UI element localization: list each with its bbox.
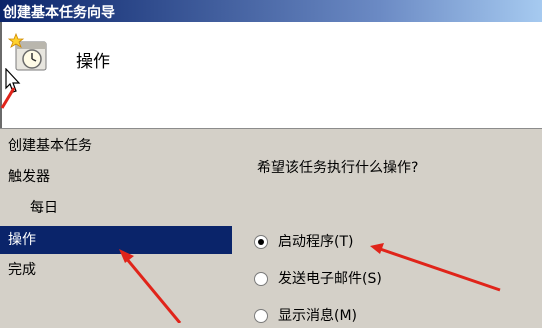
option-label: 发送电子邮件(S): [278, 271, 382, 287]
window-left-border: [0, 22, 2, 129]
window-title: 创建基本任务向导: [3, 5, 115, 21]
option-label: 显示消息(M): [278, 308, 358, 324]
wizard-header: 操作: [0, 22, 542, 129]
radio-send-email[interactable]: [254, 272, 268, 286]
radio-start-program[interactable]: [254, 235, 268, 249]
radio-selected-dot: [258, 239, 264, 245]
action-question: 希望该任务执行什么操作?: [257, 160, 419, 176]
wizard-step-list: 创建基本任务 触发器 每日 操作 完成: [0, 129, 232, 323]
step-finish[interactable]: 完成: [0, 256, 232, 284]
option-label: 启动程序(T): [278, 234, 354, 250]
mouse-cursor-icon: [5, 68, 21, 93]
page-title: 操作: [76, 52, 110, 72]
step-action[interactable]: 操作: [0, 226, 232, 254]
step-trigger[interactable]: 触发器: [0, 163, 232, 191]
radio-show-message[interactable]: [254, 309, 268, 323]
step-create-basic-task[interactable]: 创建基本任务: [0, 132, 232, 160]
action-panel: 希望该任务执行什么操作? 启动程序(T) 发送电子邮件(S) 显示消息(M): [232, 129, 542, 324]
window-titlebar[interactable]: 创建基本任务向导: [0, 0, 542, 22]
step-daily[interactable]: 每日: [0, 194, 232, 222]
